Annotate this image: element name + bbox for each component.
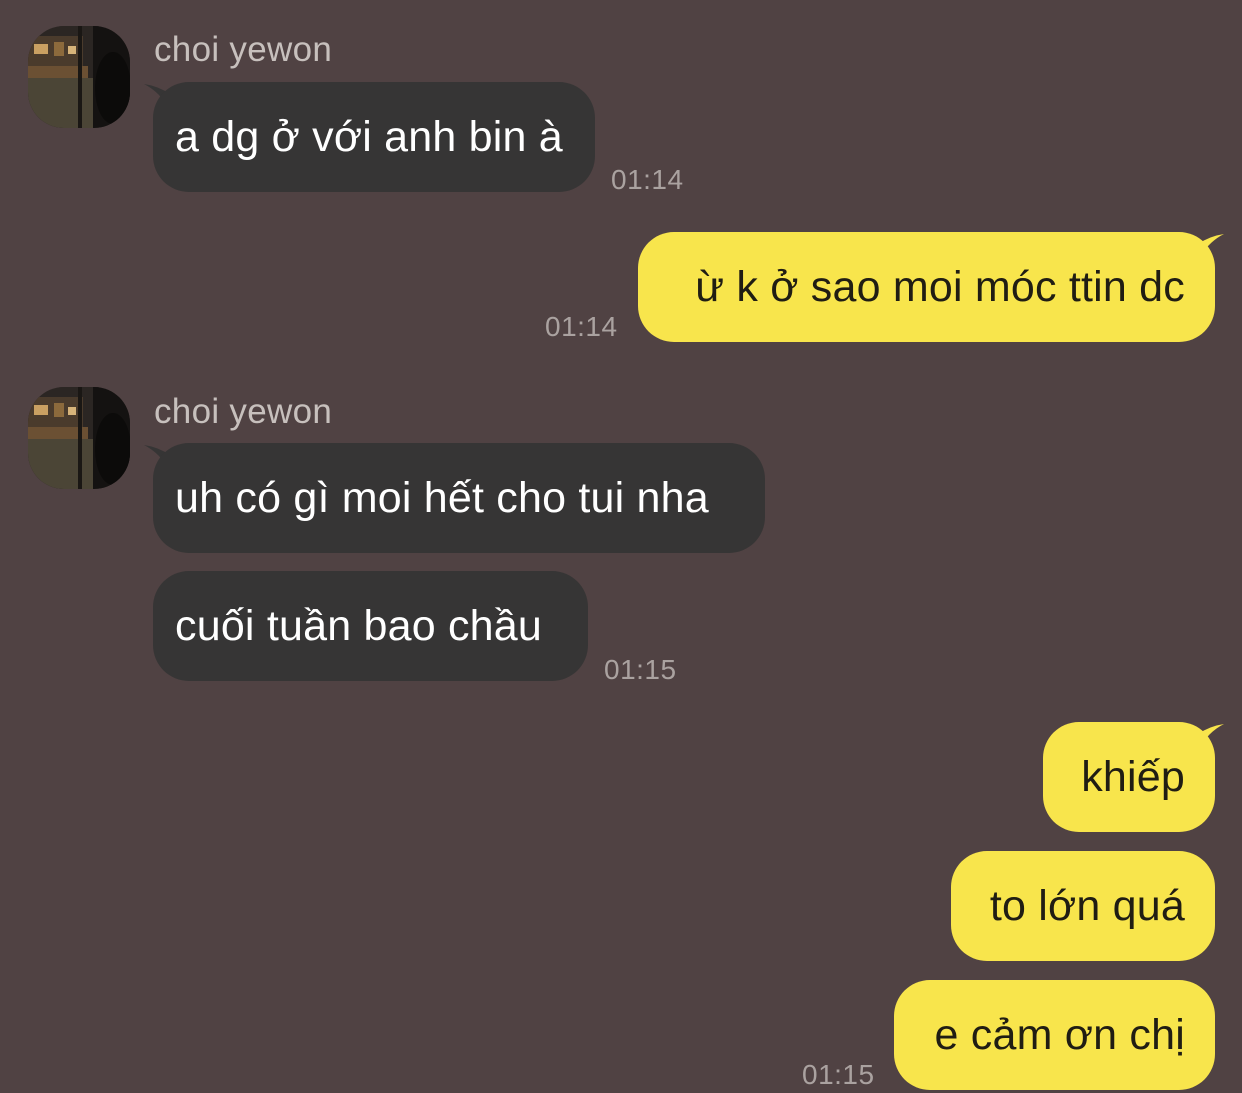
sender-name: choi yewon	[154, 30, 333, 69]
sender-name: choi yewon	[154, 392, 333, 431]
outgoing-message-bubble[interactable]: khiếp	[1043, 722, 1215, 832]
outgoing-message-bubble[interactable]: e cảm ơn chị	[894, 980, 1215, 1090]
outgoing-message-bubble[interactable]: to lớn quá	[951, 851, 1215, 961]
incoming-message-bubble[interactable]: uh có gì moi hết cho tui nha	[153, 443, 765, 553]
outgoing-message-bubble[interactable]: ừ k ở sao moi móc ttin dc	[638, 232, 1215, 342]
incoming-message-bubble[interactable]: a dg ở với anh bin à	[153, 82, 595, 192]
message-timestamp: 01:14	[611, 164, 684, 195]
message-timestamp: 01:15	[802, 1059, 875, 1090]
message-timestamp: 01:14	[545, 311, 618, 342]
message-timestamp: 01:15	[604, 654, 677, 685]
contact-avatar[interactable]	[28, 26, 130, 128]
incoming-message-bubble[interactable]: cuối tuần bao chầu	[153, 571, 588, 681]
contact-avatar[interactable]	[28, 387, 130, 489]
